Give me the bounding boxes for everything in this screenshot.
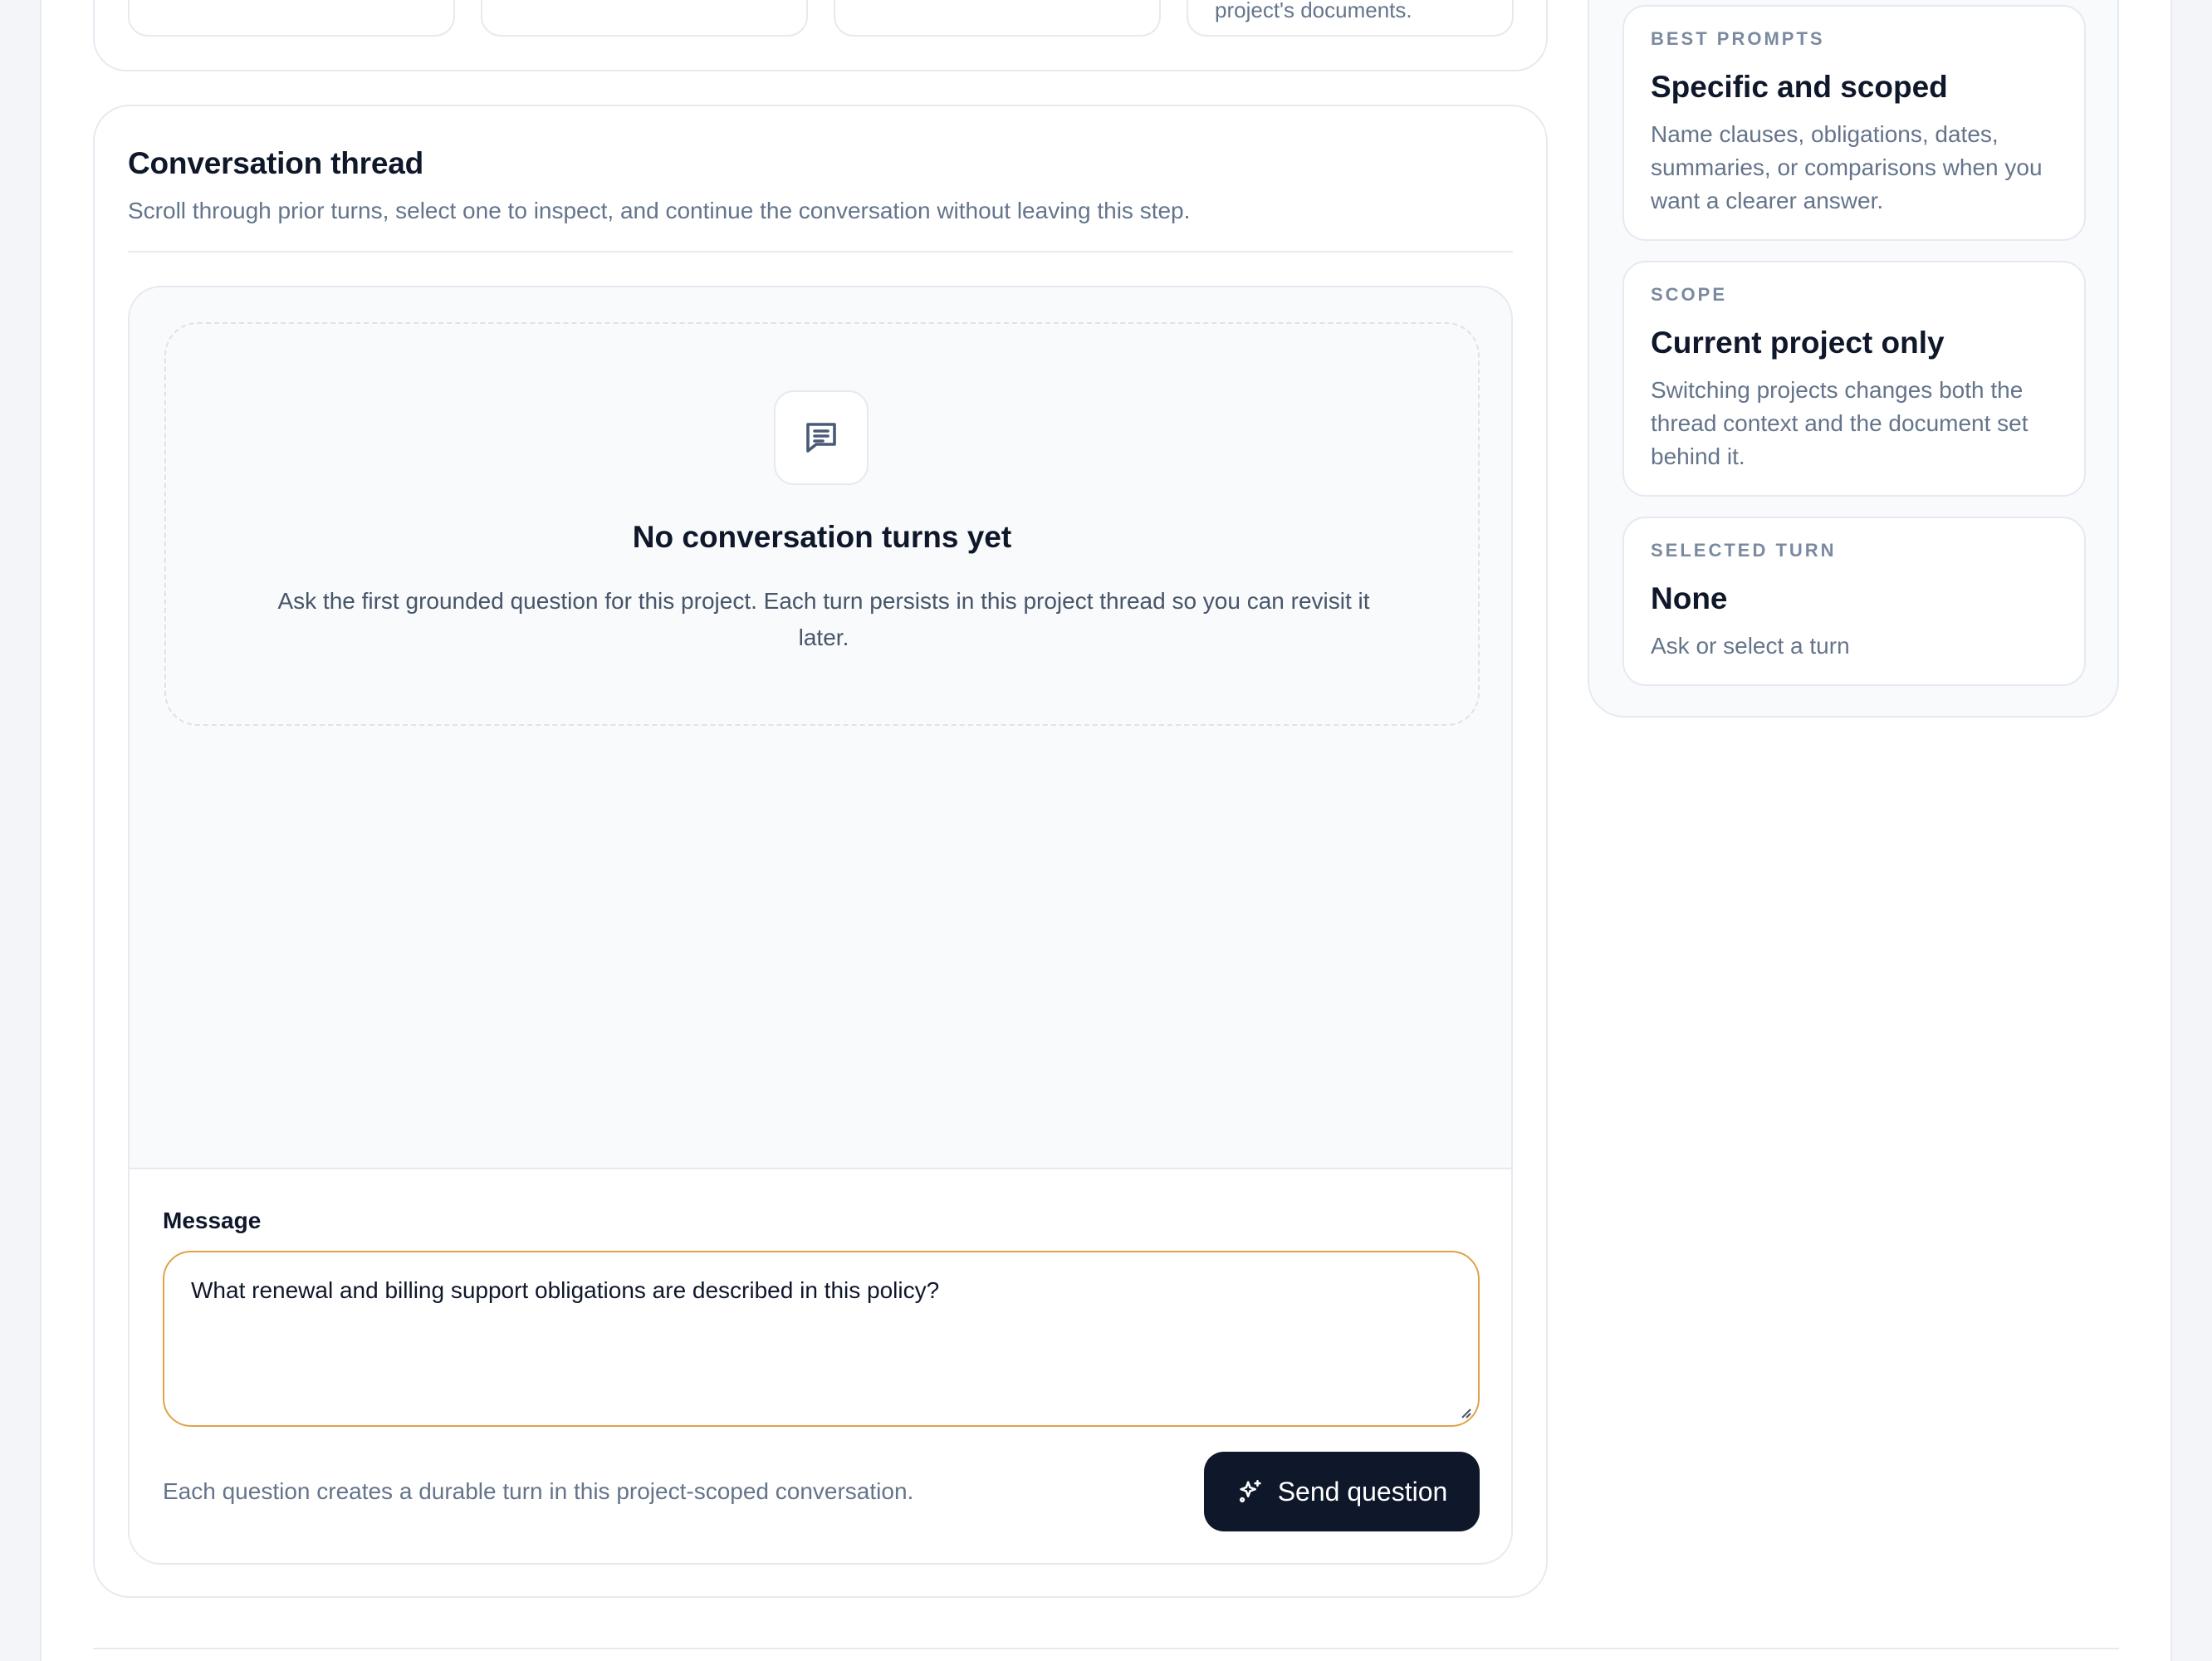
send-question-button[interactable]: Send question [1204, 1452, 1480, 1531]
stat-card-3 [834, 0, 1161, 37]
empty-state-description: Ask the first grounded question for this… [277, 588, 1370, 650]
best-prompts-body: Name clauses, obligations, dates, summar… [1651, 121, 2043, 213]
resize-handle-icon[interactable] [1458, 1405, 1471, 1418]
best-prompts-kicker: BEST PROMPTS [1651, 28, 1825, 49]
selected-turn-body: Ask or select a turn [1651, 633, 1850, 659]
thread-scroll-area[interactable]: No conversation turns yet Ask the first … [128, 286, 1513, 1565]
stat-card-1 [128, 0, 455, 37]
best-prompts-title: Specific and scoped [1651, 70, 1948, 104]
composer-hint: Each question creates a durable turn in … [163, 1478, 914, 1504]
conversation-title: Conversation thread [128, 146, 423, 180]
footer-divider [93, 1648, 2119, 1649]
empty-state: No conversation turns yet Ask the first … [164, 322, 1480, 726]
send-question-label: Send question [1277, 1476, 1448, 1507]
conversation-subtitle: Scroll through prior turns, select one t… [128, 198, 1191, 223]
selected-turn-title: None [1651, 581, 1728, 615]
guidance-panel: BEST PROMPTS Specific and scoped Name cl… [1588, 0, 2119, 718]
stat-card-4: project's documents. [1187, 0, 1514, 37]
scope-body: Switching projects changes both the thre… [1651, 377, 2028, 469]
selected-turn-kicker: SELECTED TURN [1651, 540, 1837, 561]
sparkles-icon [1239, 1479, 1261, 1503]
message-label: Message [163, 1208, 262, 1233]
empty-state-title: No conversation turns yet [632, 520, 1012, 554]
best-prompts-card: BEST PROMPTS Specific and scoped Name cl… [1622, 5, 2086, 241]
stat-card-4-text: project's documents. [1215, 0, 1412, 22]
message-textarea[interactable]: What renewal and billing support obligat… [163, 1251, 1480, 1427]
scope-card: SCOPE Current project only Switching pro… [1622, 261, 2086, 497]
message-square-icon [774, 390, 869, 485]
scope-title: Current project only [1651, 326, 1945, 360]
selected-turn-card: SELECTED TURN None Ask or select a turn [1622, 517, 2086, 686]
divider [128, 251, 1513, 252]
scope-kicker: SCOPE [1651, 284, 1728, 305]
stat-card-2 [481, 0, 808, 37]
message-composer: Message What renewal and billing support… [130, 1168, 1511, 1563]
